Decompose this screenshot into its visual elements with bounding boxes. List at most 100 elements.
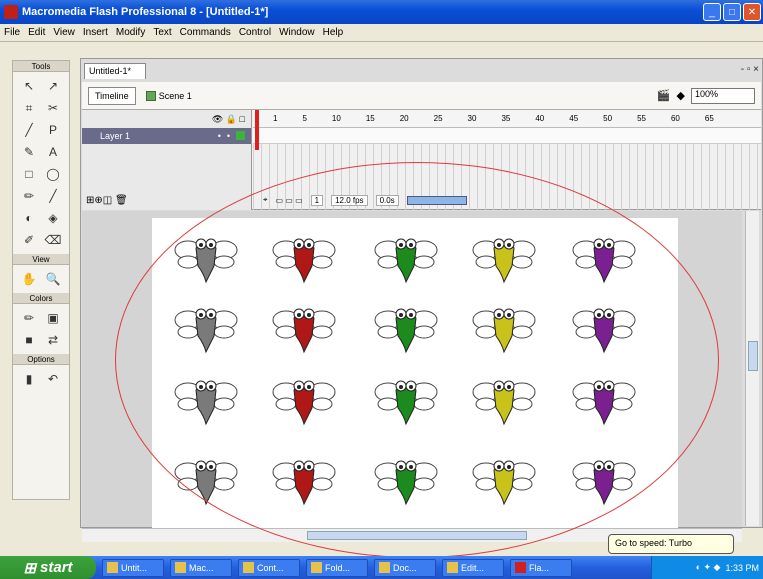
frame-number: 15 [365, 114, 375, 123]
bug-sprite[interactable] [572, 370, 636, 426]
color-tool-icon[interactable]: ⇄ [43, 331, 63, 349]
bug-sprite[interactable] [572, 298, 636, 354]
horizontal-scroll-thumb[interactable] [307, 531, 527, 540]
taskbar-item[interactable]: Mac... [170, 558, 232, 577]
menu-commands[interactable]: Commands [180, 27, 231, 38]
zoom-select[interactable]: 100% [691, 87, 755, 104]
bug-sprite[interactable] [374, 298, 438, 354]
vertical-scroll-thumb[interactable] [748, 341, 758, 371]
bug-sprite[interactable] [374, 228, 438, 284]
menu-text[interactable]: Text [153, 27, 171, 38]
drawing-tool-icon[interactable]: ✐ [19, 231, 39, 249]
bug-sprite[interactable] [174, 450, 238, 506]
drawing-tool-icon[interactable]: □ [19, 165, 39, 183]
bug-sprite[interactable] [272, 298, 336, 354]
edit-symbol-icon[interactable]: ◆ [677, 89, 685, 102]
menu-view[interactable]: View [53, 27, 75, 38]
bug-sprite[interactable] [174, 298, 238, 354]
drawing-tool-icon[interactable]: ◈ [43, 209, 63, 227]
bug-sprite[interactable] [272, 228, 336, 284]
flash-app-icon [4, 5, 18, 19]
bug-sprite[interactable] [174, 370, 238, 426]
start-label: start [40, 559, 73, 576]
taskbar-item[interactable]: Cont... [238, 558, 300, 577]
drawing-tool-icon[interactable]: ⌫ [43, 231, 63, 249]
visibility-dot[interactable]: • [218, 131, 221, 141]
timeline-scroll-thumb[interactable] [406, 195, 467, 205]
minimize-button[interactable]: _ [703, 3, 721, 21]
drawing-tool-icon[interactable]: ↗ [43, 77, 63, 95]
drawing-tool-icon[interactable]: ◐ [19, 209, 39, 227]
drawing-tool-icon[interactable]: P [43, 121, 63, 139]
menu-modify[interactable]: Modify [116, 27, 145, 38]
frame-ruler[interactable]: 1 5 10 15 20 25 30 35 40 45 50 55 60 65 [253, 110, 761, 128]
document-window-controls[interactable]: - ▫ × [741, 64, 759, 75]
drawing-tool-icon[interactable]: ✎ [19, 143, 39, 161]
frame-number: 25 [433, 114, 443, 123]
bug-sprite[interactable] [572, 228, 636, 284]
bug-sprite[interactable] [472, 298, 536, 354]
option-tool-icon[interactable]: ▮ [19, 370, 39, 388]
edit-scene-icon[interactable]: 🎬 [657, 89, 671, 102]
onion-skin-icons[interactable]: ▭ ▭ ▭ [276, 196, 303, 205]
taskbar-item[interactable]: Doc... [374, 558, 436, 577]
view-tool-icon[interactable]: 🔍 [43, 270, 63, 288]
bug-sprite[interactable] [272, 370, 336, 426]
elapsed-time: 0.0s [375, 194, 399, 206]
bug-sprite[interactable] [572, 450, 636, 506]
view-tool-icon[interactable]: ✋ [19, 270, 39, 288]
menu-help[interactable]: Help [323, 27, 344, 38]
current-frame: 1 [310, 194, 324, 206]
lock-dot[interactable]: • [227, 131, 230, 141]
start-button[interactable]: ⊞ start [0, 556, 96, 579]
flash-icon [515, 562, 526, 573]
bug-sprite[interactable] [472, 370, 536, 426]
frame-row[interactable] [253, 128, 761, 144]
view-section-label: View [13, 254, 69, 265]
bug-sprite[interactable] [374, 450, 438, 506]
drawing-tool-icon[interactable]: A [43, 143, 63, 161]
timeline-toggle-button[interactable]: Timeline [88, 86, 136, 105]
tools-panel: Tools ↖ ↗ ⌗ ✂ ╱ P ✎ A □ ◯ ✏ ╱ ◐ ◈ ✐ ⌫ View ✋ 🔍 Colors ✏ ▣… [12, 60, 70, 500]
menu-control[interactable]: Control [239, 27, 271, 38]
bug-sprite[interactable] [472, 228, 536, 284]
menu-file[interactable]: File [4, 27, 20, 38]
tray-icons[interactable]: ◐ ✦ ◆ [696, 562, 721, 573]
center-frame-icon[interactable]: ⌖ [263, 195, 268, 205]
bug-sprite[interactable] [272, 450, 336, 506]
title-bar: Macromedia Flash Professional 8 - [Untit… [0, 0, 763, 24]
drawing-tool-icon[interactable]: ↖ [19, 77, 39, 95]
outline-square-icon[interactable] [236, 131, 245, 140]
drawing-tool-icon[interactable]: ◯ [43, 165, 63, 183]
close-button[interactable]: ✕ [743, 3, 761, 21]
drawing-tool-icon[interactable]: ╱ [43, 187, 63, 205]
drawing-tool-icon[interactable]: ╱ [19, 121, 39, 139]
drawing-tool-icon[interactable]: ✏ [19, 187, 39, 205]
option-tool-icon[interactable]: ↶ [43, 370, 63, 388]
bug-sprite[interactable] [472, 450, 536, 506]
vertical-scrollbar[interactable] [745, 211, 759, 526]
color-tool-icon[interactable]: ■ [19, 331, 39, 349]
menu-insert[interactable]: Insert [83, 27, 108, 38]
bug-sprite[interactable] [374, 370, 438, 426]
layer-add-buttons[interactable]: ⊞⊕◫ 🗑 [86, 195, 128, 206]
playhead[interactable] [255, 110, 259, 150]
menu-edit[interactable]: Edit [28, 27, 45, 38]
taskbar-item[interactable]: Untit... [102, 558, 164, 577]
taskbar-item[interactable]: Fold... [306, 558, 368, 577]
layer-row[interactable]: Layer 1 • • [82, 128, 251, 144]
taskbar-item[interactable]: Edit... [442, 558, 504, 577]
bug-sprite[interactable] [174, 228, 238, 284]
taskbar-item-flash[interactable]: Fla... [510, 558, 572, 577]
menu-window[interactable]: Window [279, 27, 315, 38]
color-tool-icon[interactable]: ▣ [43, 309, 63, 327]
color-tool-icon[interactable]: ✏ [19, 309, 39, 327]
layer-header-icons[interactable]: 👁 🔒 □ [82, 110, 251, 128]
drawing-tool-icon[interactable]: ✂ [43, 99, 63, 117]
maximize-button[interactable]: □ [723, 3, 741, 21]
window-title: Macromedia Flash Professional 8 - [Untit… [22, 6, 269, 18]
stage[interactable] [152, 218, 678, 528]
drawing-tool-icon[interactable]: ⌗ [19, 99, 39, 117]
document-tab[interactable]: Untitled-1* [84, 63, 146, 79]
frame-number: 30 [467, 114, 477, 123]
